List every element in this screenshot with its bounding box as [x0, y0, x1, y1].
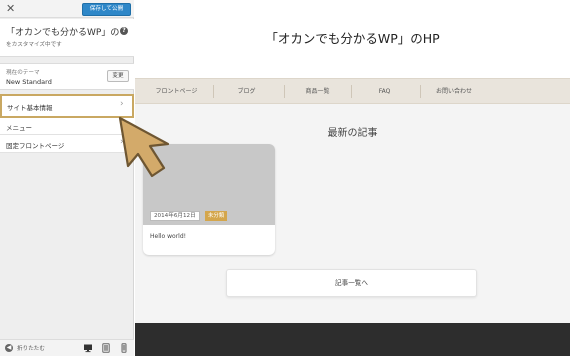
post-title[interactable]: Hello world! [150, 233, 186, 240]
customizing-label: をカスタマイズ中です [6, 42, 62, 48]
close-icon[interactable]: ✕ [6, 1, 15, 17]
section-label: サイト基本情報 [7, 104, 53, 112]
nav-item-blog[interactable]: ブログ [215, 79, 278, 104]
site-name-label: 「オカンでも分かるWP」の [6, 28, 120, 38]
nav-divider [351, 85, 352, 98]
section-menus[interactable]: メニュー [0, 118, 134, 135]
site-preview: 「オカンでも分かるWP」のHP フロントページ ブログ 商品一覧 FAQ お問い… [135, 0, 570, 356]
nav-divider [420, 85, 421, 98]
post-card[interactable]: 2014年6月12日 未分類 Hello world! [143, 144, 275, 255]
collapse-icon[interactable]: ◀ [5, 344, 13, 352]
latest-posts-heading: 最新の記事 [327, 128, 378, 139]
current-theme-panel: 現在のテーマ New Standard 変更 [0, 63, 134, 90]
collapse-label[interactable]: 折りたたむ [17, 344, 45, 352]
nav-item-faq[interactable]: FAQ [353, 79, 416, 104]
section-label: メニュー [6, 124, 32, 132]
site-footer [135, 323, 570, 356]
nav-item-products[interactable]: 商品一覧 [286, 79, 349, 104]
desktop-icon[interactable] [83, 343, 93, 353]
help-icon[interactable]: ? [120, 27, 128, 35]
theme-name: New Standard [6, 78, 52, 86]
section-label: 固定フロントページ [6, 142, 65, 150]
customizer-info: 「オカンでも分かるWP」の ? をカスタマイズ中です [0, 19, 134, 57]
theme-caption: 現在のテーマ [6, 70, 40, 76]
chevron-right-icon: › [120, 137, 124, 147]
nav-item-front-page[interactable]: フロントページ [145, 79, 208, 104]
global-nav: フロントページ ブログ 商品一覧 FAQ お問い合わせ [135, 78, 570, 104]
sidebar-footer: ◀ 折りたたむ [0, 339, 134, 356]
category-badge[interactable]: 未分類 [205, 211, 228, 221]
site-title[interactable]: 「オカンでも分かるWP」のHP [135, 28, 570, 47]
sidebar-header: ✕ 保存して公開 [0, 0, 134, 18]
post-date: 2014年6月12日 [150, 211, 200, 221]
nav-item-contact[interactable]: お問い合わせ [422, 79, 486, 104]
mobile-icon[interactable] [119, 343, 129, 353]
tablet-icon[interactable] [101, 343, 111, 353]
all-posts-button[interactable]: 記事一覧へ [226, 269, 477, 297]
section-static-front-page[interactable]: 固定フロントページ › [0, 135, 134, 153]
nav-divider [284, 85, 285, 98]
change-theme-button[interactable]: 変更 [107, 70, 129, 82]
save-publish-button[interactable]: 保存して公開 [82, 3, 131, 16]
section-site-identity[interactable]: サイト基本情報 › [0, 94, 134, 118]
nav-divider [213, 85, 214, 98]
chevron-right-icon: › [120, 99, 124, 109]
site-header: 「オカンでも分かるWP」のHP [135, 0, 570, 78]
customizer-sidebar: ✕ 保存して公開 「オカンでも分かるWP」の ? をカスタマイズ中です 現在のテ… [0, 0, 134, 356]
